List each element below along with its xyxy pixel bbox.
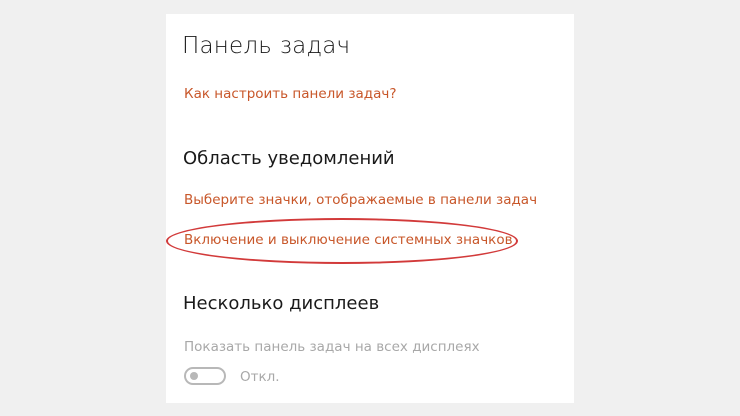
system-icons-toggle-link[interactable]: Включение и выключение системных значков bbox=[184, 232, 513, 248]
notification-area-heading: Область уведомлений bbox=[183, 148, 395, 169]
page-title: Панель задач bbox=[182, 33, 351, 59]
toggle-knob bbox=[190, 372, 198, 380]
taskbar-howto-link[interactable]: Как настроить панели задач? bbox=[184, 86, 397, 102]
toggle-state-label: Откл. bbox=[240, 369, 280, 385]
taskbar-settings-panel: Панель задач Как настроить панели задач?… bbox=[166, 14, 574, 403]
show-taskbar-all-displays-label: Показать панель задач на всех дисплеях bbox=[184, 339, 480, 355]
multiple-displays-heading: Несколько дисплеев bbox=[183, 293, 380, 314]
select-taskbar-icons-link[interactable]: Выберите значки, отображаемые в панели з… bbox=[184, 192, 537, 208]
show-taskbar-all-displays-toggle[interactable] bbox=[184, 367, 226, 385]
